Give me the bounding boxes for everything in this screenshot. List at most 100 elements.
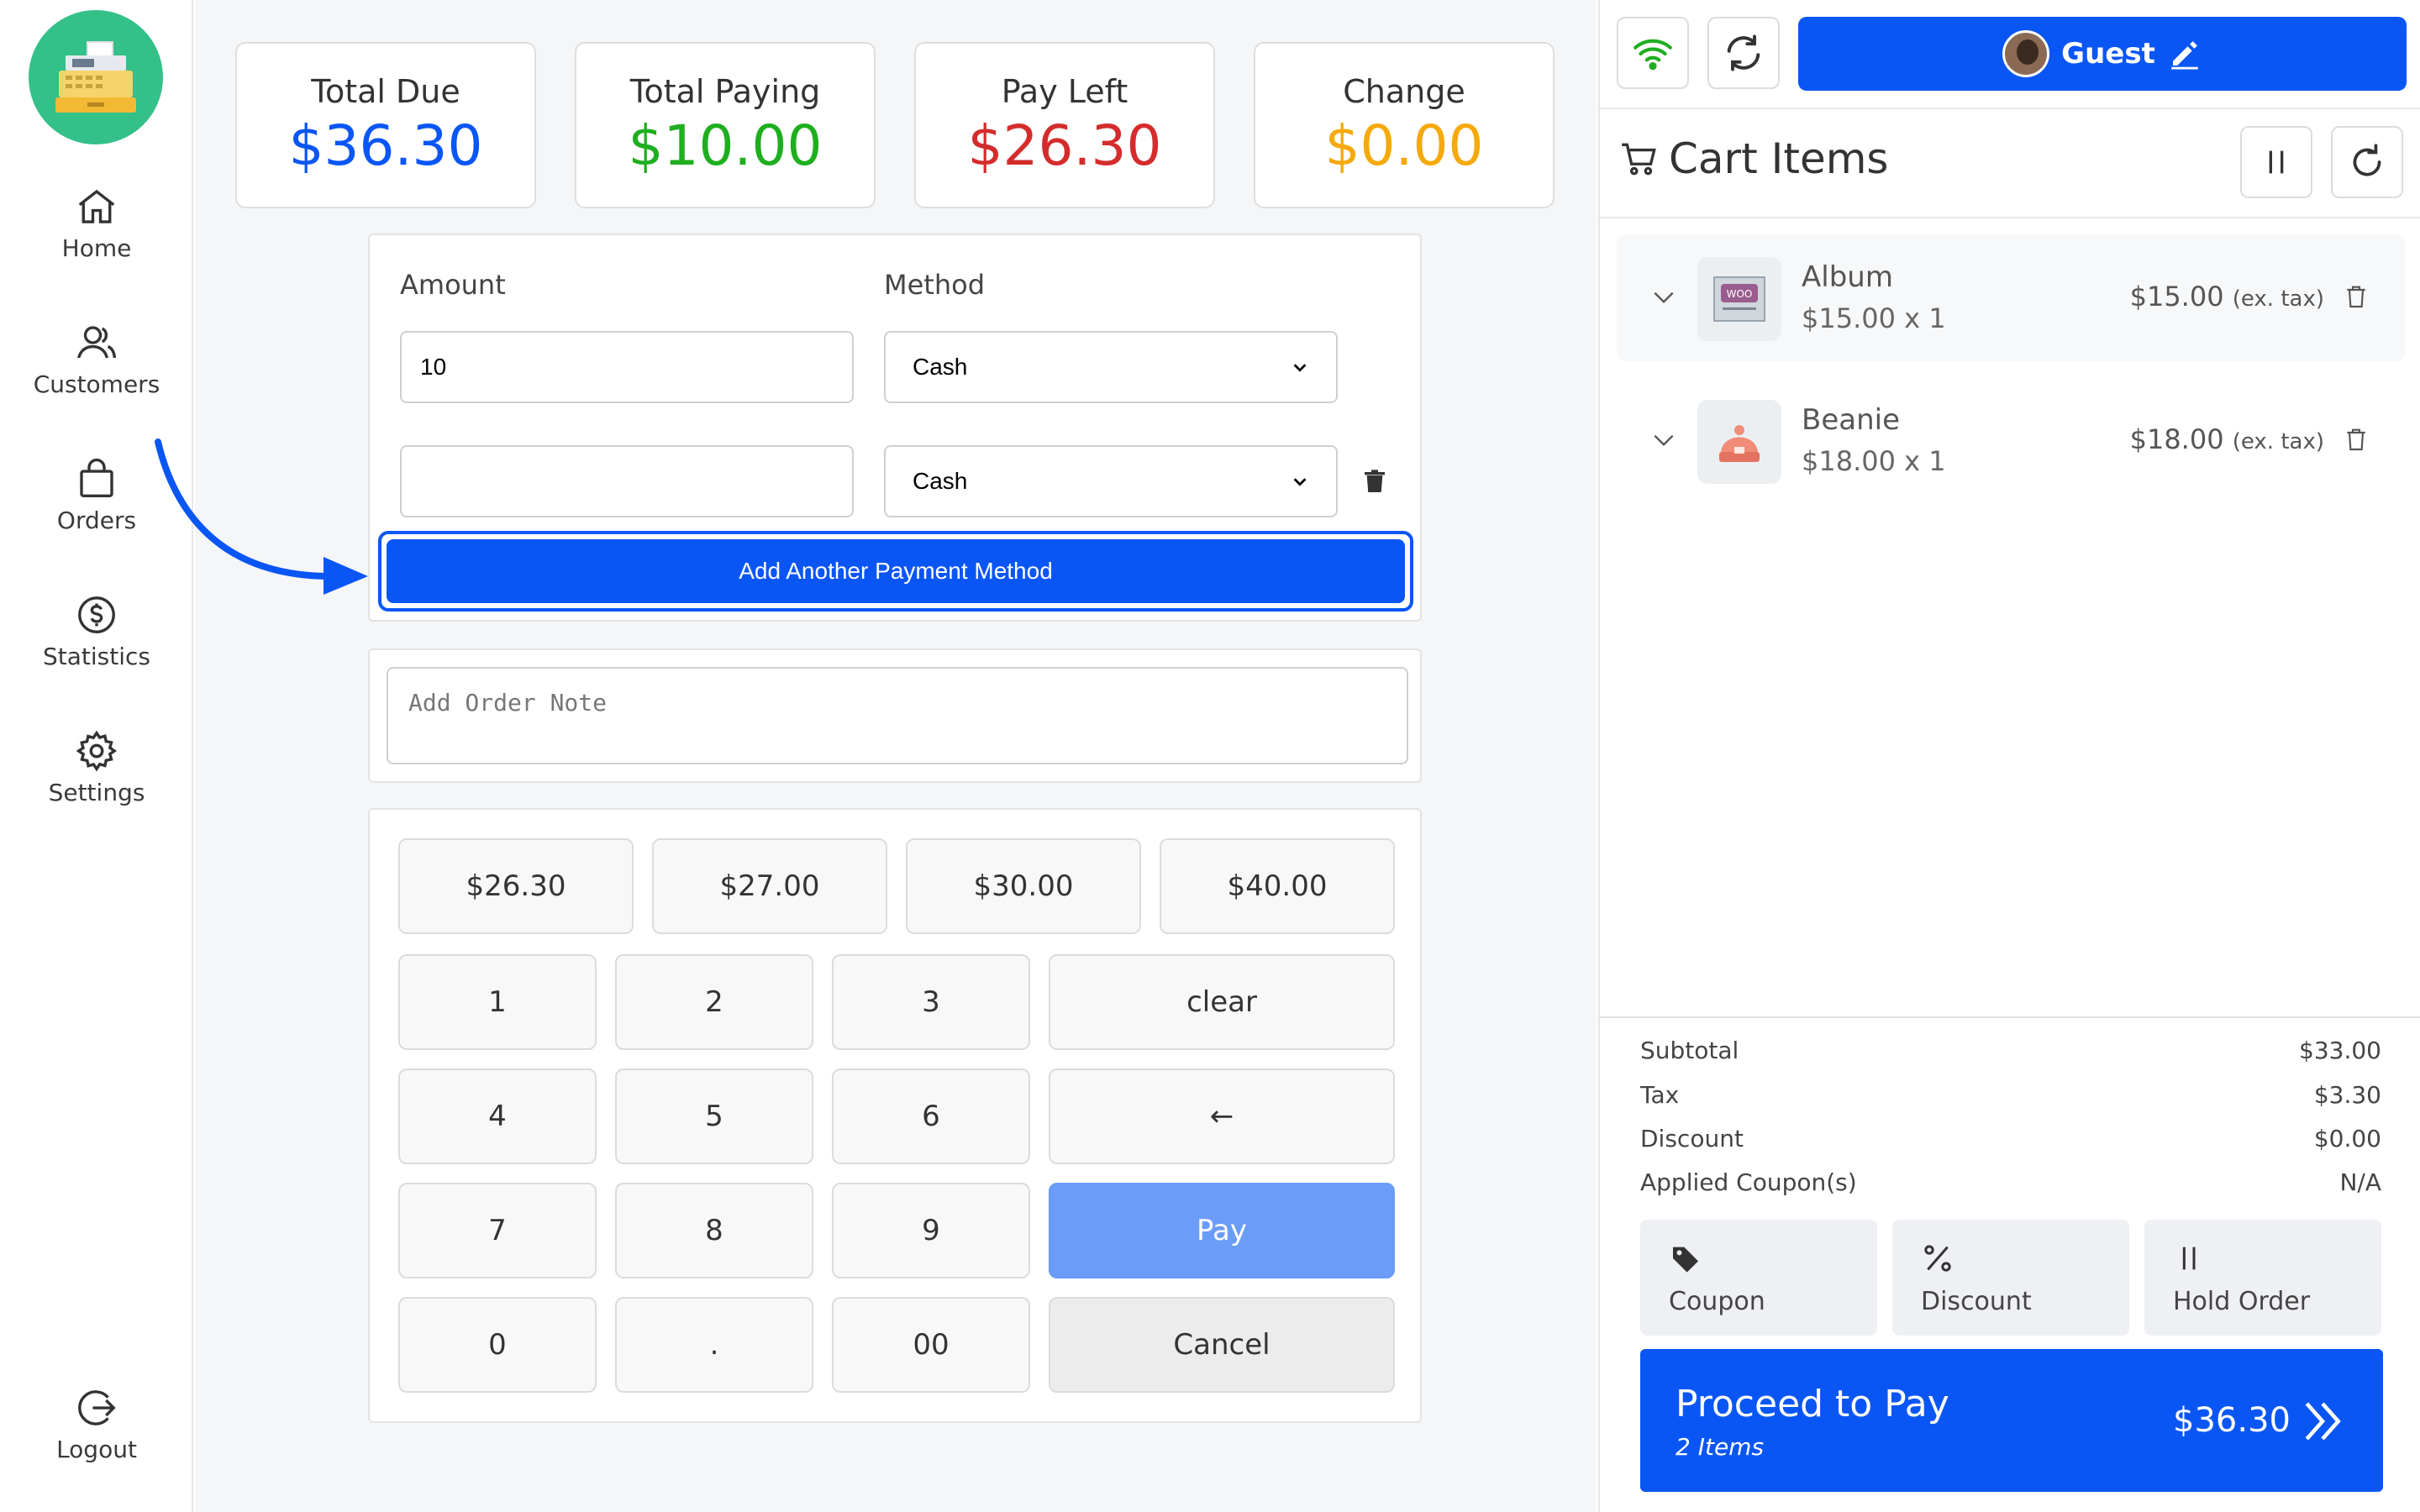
stat-value: $0.00 [1324,113,1484,178]
add-payment-method-button[interactable]: Add Another Payment Method [387,539,1405,603]
totals-value: N/A [2339,1168,2381,1196]
beanie-image-icon [1719,425,1760,462]
hold-cart-button[interactable] [2240,126,2312,198]
discount-button[interactable]: Discount [1892,1220,2129,1336]
coupons-row: Applied Coupon(s) N/A [1640,1168,2381,1196]
nav-logout-label: Logout [56,1435,137,1463]
chevron-down-icon [1293,364,1307,372]
stat-change: Change $0.00 [1254,42,1555,208]
cart-item[interactable]: WOO Album $15.00 x 1 $15.00 (ex. tax) [1617,235,2405,361]
chevron-down-icon[interactable] [1650,427,1677,454]
key-4[interactable]: 4 [398,1068,597,1164]
avatar [2002,30,2050,77]
trash-icon[interactable] [2343,425,2370,454]
method-select-1[interactable]: Cash [884,331,1338,403]
trash-icon[interactable] [2343,282,2370,311]
customer-select-button[interactable]: Guest [1798,17,2407,91]
order-note-panel: Add Order Note [368,648,1422,783]
divider [1600,217,2420,218]
order-note-input[interactable]: Add Order Note [387,667,1408,764]
sync-icon [1727,34,1760,71]
pause-icon [2269,150,2284,174]
key-5[interactable]: 5 [615,1068,813,1164]
stat-label: Total Due [311,72,460,110]
home-icon [78,189,115,223]
sync-button[interactable] [1707,17,1780,89]
key-6[interactable]: 6 [832,1068,1030,1164]
stat-total-due: Total Due $36.30 [235,42,536,208]
wifi-icon [1634,39,1672,71]
stat-value: $10.00 [628,113,823,178]
proceed-amount: $36.30 [2173,1401,2291,1440]
totals-label: Tax [1640,1081,1680,1109]
quick-amount-button[interactable]: $40.00 [1160,838,1395,934]
cart-item-price-value: $18.00 [2129,423,2224,455]
stat-value: $26.30 [967,113,1162,178]
clear-button[interactable]: clear [1049,954,1395,1050]
nav-statistics-label: Statistics [43,642,150,670]
logout-icon [78,1389,116,1425]
quick-amount-button[interactable]: $30.00 [906,838,1141,934]
key-7[interactable]: 7 [398,1183,597,1278]
trash-icon[interactable] [1361,469,1388,496]
svg-text:WOO: WOO [1727,288,1753,300]
totals-value: $3.30 [2313,1081,2381,1109]
customer-name: Guest [2061,37,2155,71]
nav-customers[interactable]: Customers [0,304,193,413]
stat-total-paying: Total Paying $10.00 [575,42,876,208]
key-8[interactable]: 8 [615,1183,813,1278]
amount-label: Amount [400,269,506,301]
stat-label: Pay Left [1001,72,1128,110]
cart-title-text: Cart Items [1669,134,1889,183]
pause-icon [2182,1247,2196,1270]
backspace-button[interactable]: ← [1049,1068,1395,1164]
orders-icon [80,458,113,497]
cash-register-logo[interactable] [29,10,163,144]
nav-home-label: Home [61,234,132,262]
divider [1600,108,2420,109]
double-chevron-right-icon [2305,1402,2341,1441]
cancel-button[interactable]: Cancel [1049,1297,1395,1393]
key-1[interactable]: 1 [398,954,597,1050]
reset-cart-button[interactable] [2331,126,2403,198]
gear-icon [76,730,118,771]
amount-input-1[interactable]: 10 [400,331,854,403]
nav-settings[interactable]: Settings [0,712,193,822]
method-select-2[interactable]: Cash [884,445,1338,517]
statistics-icon [78,596,115,633]
pencil-icon [2171,41,2198,70]
method-label: Method [884,269,986,301]
tag-icon [1673,1247,1698,1273]
customers-icon [76,325,117,359]
key-0[interactable]: 0 [398,1297,597,1393]
coupon-button[interactable]: Coupon [1640,1220,1877,1336]
key-double-zero[interactable]: 00 [832,1297,1030,1393]
annotation-arrow [155,438,368,595]
totals-value: $33.00 [2299,1037,2381,1064]
stat-pay-left: Pay Left $26.30 [914,42,1215,208]
pay-button[interactable]: Pay [1049,1183,1395,1278]
nav-settings-label: Settings [48,778,145,806]
totals-label: Subtotal [1640,1037,1739,1064]
nav-home[interactable]: Home [0,168,193,277]
cart-icon [1622,143,1656,176]
tax-note: (ex. tax) [2232,429,2324,454]
key-decimal[interactable]: . [615,1297,813,1393]
nav-logout[interactable]: Logout [0,1369,193,1478]
cart-title: Cart Items [1618,134,1888,183]
cart-item[interactable]: Beanie $18.00 x 1 $18.00 (ex. tax) [1617,378,2405,504]
key-2[interactable]: 2 [615,954,813,1050]
totals-label: Discount [1640,1125,1744,1152]
quick-amount-button[interactable]: $27.00 [652,838,887,934]
proceed-to-pay-button[interactable]: Proceed to Pay 2 Items $36.30 [1640,1349,2383,1492]
quick-amount-button[interactable]: $26.30 [398,838,634,934]
key-9[interactable]: 9 [832,1183,1030,1278]
stat-label: Total Paying [629,72,821,110]
amount-input-2[interactable] [400,445,854,517]
subtotal-row: Subtotal $33.00 [1640,1037,2381,1064]
cart-item-name: Album [1802,260,1893,294]
connection-status-button[interactable] [1617,17,1689,89]
chevron-down-icon[interactable] [1650,284,1677,311]
key-3[interactable]: 3 [832,954,1030,1050]
hold-order-button[interactable]: Hold Order [2144,1220,2381,1336]
